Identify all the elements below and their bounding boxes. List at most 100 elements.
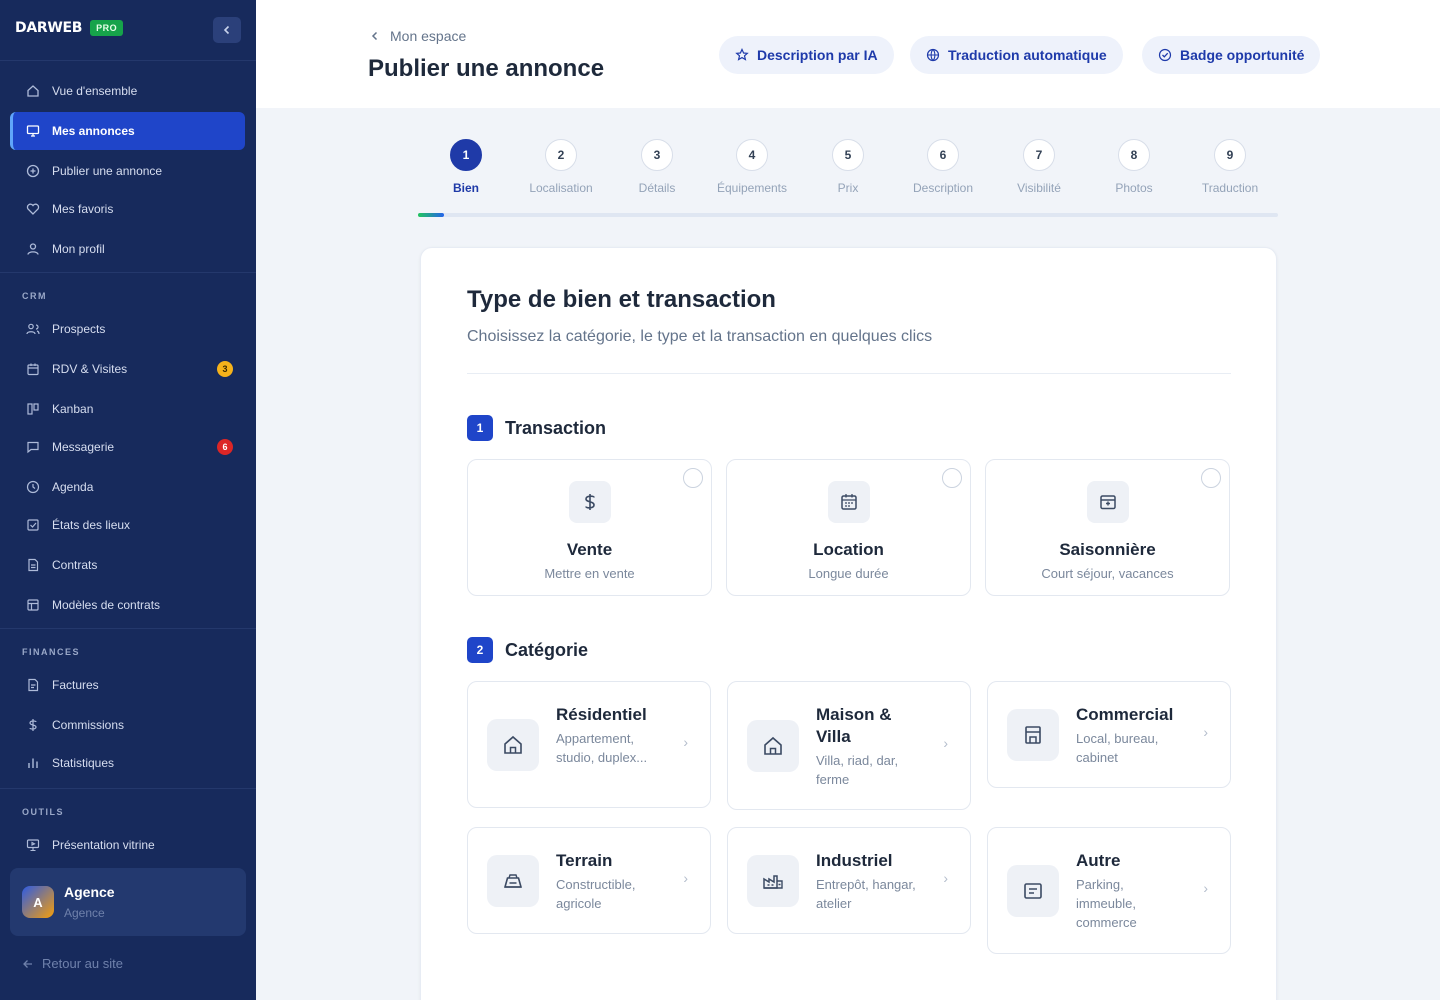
sidebar-item-invoices[interactable]: Factures (10, 666, 245, 704)
sidebar-item-contract-templates[interactable]: Modèles de contrats (10, 586, 245, 624)
section-label-outils: OUTILS (22, 807, 64, 817)
step-number: 3 (641, 139, 673, 171)
sidebar-item-contracts[interactable]: Contrats (10, 546, 245, 584)
home-icon (25, 83, 41, 99)
option-title: Saisonnière (1059, 540, 1156, 559)
collapse-sidebar-button[interactable] (213, 17, 241, 43)
divider (0, 628, 256, 629)
step-label: Description (912, 181, 974, 195)
notification-badge: 6 (217, 439, 233, 455)
sidebar-item-favorites[interactable]: Mes favoris (10, 190, 245, 228)
section-title: Catégorie (505, 639, 589, 660)
step-label: Équipements (716, 181, 788, 195)
ai-description-button[interactable]: Description par IA (719, 36, 894, 74)
chevron-left-icon (371, 31, 378, 41)
radio-button[interactable] (1201, 468, 1221, 488)
chevron-right-icon: › (683, 870, 688, 886)
progress-fill (418, 213, 444, 217)
auto-translation-button[interactable]: Traduction automatique (910, 36, 1123, 74)
category-title: Terrain (556, 851, 613, 870)
heart-icon (25, 201, 41, 217)
category-description: Local, bureau, cabinet (1076, 731, 1159, 765)
factory-icon (747, 855, 799, 907)
category-option-residential[interactable]: Résidentiel Appartement, studio, duplex.… (467, 681, 711, 808)
sidebar-item-label: Statistiques (52, 756, 115, 770)
sidebar-item-appointments[interactable]: RDV & Visites 3 (10, 350, 245, 388)
divider (0, 60, 256, 61)
category-option-other[interactable]: Autre Parking, immeuble, commerce › (987, 827, 1231, 954)
chevron-left-icon (223, 25, 230, 35)
sidebar-item-messages[interactable]: Messagerie 6 (10, 428, 245, 466)
category-option-land[interactable]: Terrain Constructible, agricole › (467, 827, 711, 934)
sidebar-item-label: Prospects (52, 322, 106, 336)
sidebar-item-label: Contrats (52, 558, 98, 572)
divider (0, 272, 256, 273)
calendar-icon (25, 361, 41, 377)
transaction-option-seasonal[interactable]: Saisonnière Court séjour, vacances (985, 459, 1230, 596)
sidebar-item-inventories[interactable]: États des lieux (10, 506, 245, 544)
opportunity-badge-label: Badge opportunité (1180, 47, 1305, 63)
step-5[interactable]: 5 Prix (803, 139, 893, 195)
chevron-right-icon: › (1203, 880, 1208, 896)
sidebar-item-overview[interactable]: Vue d'ensemble (10, 72, 245, 110)
transaction-option-sale[interactable]: Vente Mettre en vente (467, 459, 712, 596)
file-icon (25, 557, 41, 573)
category-option-industrial[interactable]: Industriel Entrepôt, hangar, atelier › (727, 827, 971, 934)
category-option-house-villa[interactable]: Maison & Villa Villa, riad, dar, ferme › (727, 681, 971, 810)
step-number: 5 (832, 139, 864, 171)
sidebar-item-commissions[interactable]: Commissions (10, 706, 245, 744)
sidebar-item-label: Mes favoris (52, 202, 114, 216)
step-number: 1 (450, 139, 482, 171)
sidebar-item-statistics[interactable]: Statistiques (10, 744, 245, 782)
category-title: Industriel (816, 851, 893, 870)
option-title: Location (813, 540, 884, 559)
agency-card[interactable]: A Agence Agence (10, 868, 246, 936)
star-icon (735, 48, 749, 61)
step-6[interactable]: 6 Description (898, 139, 988, 195)
plus-circle-icon (25, 163, 41, 179)
ai-description-label: Description par IA (757, 47, 878, 63)
radio-button[interactable] (683, 468, 703, 488)
step-3[interactable]: 3 Détails (612, 139, 702, 195)
transaction-option-rent[interactable]: Location Longue durée (726, 459, 971, 596)
step-label: Prix (837, 181, 859, 195)
step-1[interactable]: 1 Bien (421, 139, 511, 195)
box-icon (1007, 865, 1059, 917)
template-icon (25, 597, 41, 613)
presentation-icon (25, 837, 41, 853)
category-description: Constructible, agricole (556, 877, 636, 911)
brand[interactable]: DARWEB PRO (15, 20, 124, 36)
sidebar-item-label: Commissions (52, 718, 125, 732)
step-7[interactable]: 7 Visibilité (994, 139, 1084, 195)
sidebar-item-my-listings[interactable]: Mes annonces (10, 112, 245, 150)
category-option-commercial[interactable]: Commercial Local, bureau, cabinet › (987, 681, 1231, 788)
step-4[interactable]: 4 Équipements (707, 139, 797, 195)
progress-track (418, 213, 1278, 217)
sidebar-item-showcase[interactable]: Présentation vitrine (10, 826, 245, 864)
step-number: 2 (545, 139, 577, 171)
user-icon (25, 241, 41, 257)
back-to-site-link[interactable]: Retour au site (22, 956, 123, 971)
agency-role: Agence (64, 906, 105, 920)
sidebar: DARWEB PRO Vue d'ensemble Mes annonces P… (0, 0, 256, 1000)
category-title: Commercial (1076, 705, 1174, 724)
sidebar-item-kanban[interactable]: Kanban (10, 390, 245, 428)
page-title: Publier une annonce (368, 55, 605, 82)
category-description: Parking, immeuble, commerce (1076, 877, 1137, 930)
sidebar-item-agenda[interactable]: Agenda (10, 468, 245, 506)
calendar-icon (827, 481, 870, 523)
sidebar-item-prospects[interactable]: Prospects (10, 310, 245, 348)
sidebar-item-profile[interactable]: Mon profil (10, 230, 245, 268)
sidebar-item-publish[interactable]: Publier une annonce (10, 152, 245, 190)
section-number: 2 (467, 637, 493, 663)
radio-button[interactable] (942, 468, 962, 488)
breadcrumb[interactable]: Mon espace (370, 28, 466, 44)
opportunity-badge-button[interactable]: Badge opportunité (1142, 36, 1321, 74)
brand-logo: DARWEB (15, 20, 83, 36)
sidebar-item-label: RDV & Visites (52, 362, 128, 376)
auto-translation-label: Traduction automatique (948, 47, 1107, 63)
step-9[interactable]: 9 Traduction (1185, 139, 1275, 195)
step-8[interactable]: 8 Photos (1089, 139, 1179, 195)
step-2[interactable]: 2 Localisation (516, 139, 606, 195)
kanban-icon (25, 401, 41, 417)
